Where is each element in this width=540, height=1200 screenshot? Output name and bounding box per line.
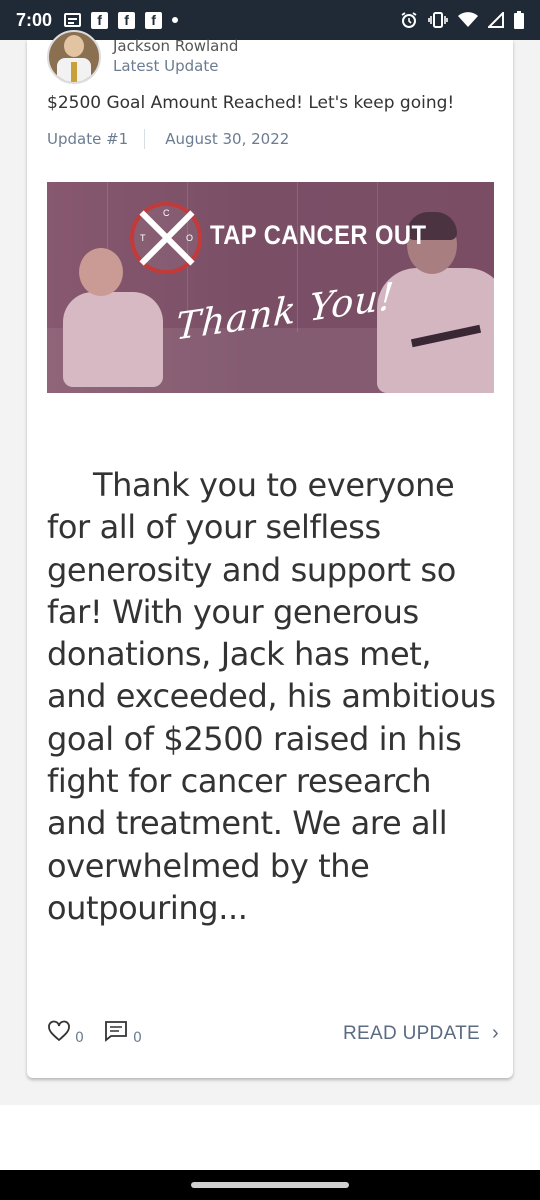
banner-brand: TAP CANCER OUT xyxy=(210,220,427,250)
facebook-icon: f xyxy=(91,11,109,29)
update-title: $2500 Goal Amount Reached! Let's keep go… xyxy=(47,93,455,113)
update-date: August 30, 2022 xyxy=(165,130,290,148)
battery-icon xyxy=(514,11,524,29)
vibrate-icon xyxy=(428,12,448,28)
like-count: 0 xyxy=(75,1030,84,1046)
read-update-label: READ UPDATE xyxy=(343,1022,481,1044)
status-icons xyxy=(400,11,524,29)
page-bottom-area xyxy=(0,1105,540,1170)
facebook-icon: f xyxy=(118,11,136,29)
update-number: Update #1 xyxy=(47,130,129,148)
chevron-right-icon: › xyxy=(492,1022,499,1044)
author-row: Jackson Rowland Latest Update xyxy=(47,30,238,84)
update-body: Thank you to everyone for all of your se… xyxy=(47,464,497,929)
message-icon xyxy=(64,13,82,27)
logo-letter: T xyxy=(140,233,146,243)
navigation-bar xyxy=(0,1170,540,1200)
logo-letter: O xyxy=(186,233,194,243)
update-banner-image: C T O TAP CANCER OUT Thank You! xyxy=(47,182,494,393)
home-gesture-handle[interactable] xyxy=(191,1182,349,1188)
avatar[interactable] xyxy=(47,30,101,84)
update-card: Jackson Rowland Latest Update $2500 Goal… xyxy=(27,30,513,1078)
author-subtitle: Latest Update xyxy=(113,57,219,75)
heart-icon[interactable] xyxy=(47,1020,71,1042)
update-footer: 0 0 READ UPDATE › xyxy=(47,1018,499,1048)
logo-letter: C xyxy=(163,208,170,218)
update-body-text: Thank you to everyone for all of your se… xyxy=(47,466,496,927)
meta-divider xyxy=(144,129,146,149)
comment-count: 0 xyxy=(133,1030,142,1046)
logo-icon: C T O xyxy=(130,202,202,274)
alarm-icon xyxy=(401,12,417,28)
comment-icon[interactable] xyxy=(104,1020,128,1042)
update-meta: Update #1 August 30, 2022 xyxy=(47,129,289,149)
status-time: 7:00 xyxy=(16,9,53,30)
author-info: Jackson Rowland Latest Update xyxy=(113,37,238,77)
author-name: Jackson Rowland xyxy=(113,37,239,55)
signal-icon xyxy=(488,12,504,28)
facebook-icon: f xyxy=(145,11,163,29)
wifi-icon xyxy=(458,12,478,27)
dot-icon xyxy=(172,17,179,23)
read-update-link[interactable]: READ UPDATE › xyxy=(343,1022,499,1045)
